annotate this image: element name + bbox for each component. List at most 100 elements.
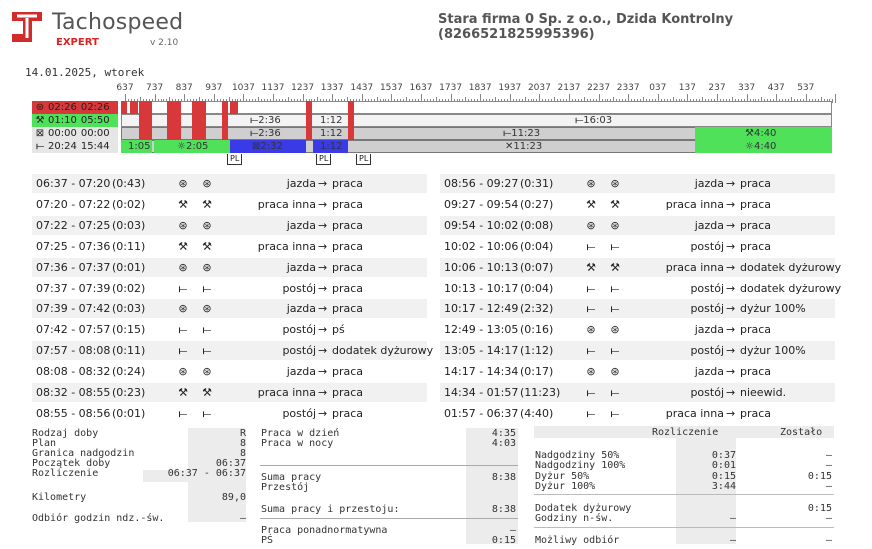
bed-icon: ⟝: [178, 323, 188, 337]
event-duration: (0:16): [520, 323, 554, 337]
timeline-legend-value: 00:00: [48, 128, 77, 139]
event-classification: praca: [332, 365, 364, 379]
bed-icon: ⟝: [202, 344, 212, 358]
event-time: 12:49 - 13:05: [444, 323, 519, 337]
timeline-legend-row: ⟝ 20:24 15:44: [32, 140, 118, 153]
event-row[interactable]: 08:56 - 09:27 (0:31) ⊛ ⊛ jazda → praca: [440, 174, 835, 193]
event-time: 07:22 - 07:25: [36, 218, 111, 232]
event-activity: praca inna: [257, 386, 316, 399]
steering-icon: ⊛: [202, 302, 212, 316]
event-duration: (0:04): [520, 281, 554, 295]
event-row[interactable]: 14:34 - 01:57 (11:23) ⟝ ⟝ postój → nieewid.: [440, 383, 835, 402]
event-duration: (0:11): [112, 239, 146, 253]
event-row[interactable]: 09:27 - 09:54 (0:27) ⚒ ⚒ praca inna → praca: [440, 195, 835, 214]
event-row[interactable]: 14:17 - 14:34 (0:17) ⊛ ⊛ jazda → praca: [440, 362, 835, 381]
event-row[interactable]: 13:05 - 14:17 (1:12) ⟝ ⟝ postój → dyżur 100%: [440, 341, 835, 361]
event-row[interactable]: 12:49 - 13:05 (0:16) ⊛ ⊛ jazda → praca: [440, 320, 835, 339]
event-row[interactable]: 01:57 - 06:37 (4:40) ⟝ ⟝ praca inna → praca: [440, 404, 835, 423]
driving-segment: [306, 101, 312, 140]
event-time: 07:39 - 07:42: [36, 302, 111, 316]
timeline-legend-value: 15:44: [80, 141, 110, 152]
summary-label: Godziny n-św.: [535, 513, 614, 524]
event-row[interactable]: 07:22 - 07:25 (0:03) ⊛ ⊛ jazda → praca: [32, 215, 427, 235]
event-time: 09:54 - 10:02: [444, 218, 519, 232]
event-classification: praca: [740, 323, 772, 337]
event-activity: postój: [690, 386, 724, 399]
company-driver-title: Stara firma 0 Sp. z o.o., Dzida Kontroln…: [438, 12, 734, 42]
summary-header: Zostało: [780, 427, 823, 438]
arrow-icon: →: [318, 323, 328, 337]
event-row[interactable]: 10:13 - 10:17 (0:04) ⟝ ⟝ postój → dodatek dyżu…: [440, 279, 841, 298]
timeline-segment-label: ✕11:23: [505, 141, 543, 152]
arrow-icon: →: [318, 197, 328, 211]
work-segment: [154, 140, 162, 153]
event-classification: pś: [332, 323, 345, 337]
summary-value: 8:38: [491, 504, 516, 515]
steering-icon: ⊛: [178, 302, 188, 316]
event-classification: praca: [740, 218, 772, 232]
arrow-icon: →: [318, 260, 328, 274]
event-row[interactable]: 08:55 - 08:56 (0:01) ⟝ ⟝ postój → praca: [32, 404, 427, 423]
summary-value: 89,0: [221, 492, 246, 503]
steering-icon: ⊛: [202, 218, 212, 232]
event-row[interactable]: 08:08 - 08:32 (0:24) ⊛ ⊛ jazda → praca: [32, 362, 427, 381]
app-brand: Tachospeed: [52, 10, 184, 35]
event-duration: (0:02): [112, 197, 146, 211]
event-row[interactable]: 07:36 - 07:37 (0:01) ⊛ ⊛ jazda → praca: [32, 257, 427, 277]
arrow-icon: →: [318, 406, 328, 420]
steering-icon: ⊛: [610, 323, 620, 337]
event-row[interactable]: 07:37 - 07:39 (0:02) ⟝ ⟝ postój → praca: [32, 279, 427, 298]
axis-tick-label: 2337: [616, 83, 640, 93]
event-duration: (0:31): [520, 177, 554, 190]
summary-remaining: –: [825, 481, 832, 492]
summary-value: 0:15: [491, 535, 516, 546]
steering-icon: ⊛: [178, 218, 188, 232]
event-time: 08:32 - 08:55: [36, 386, 111, 399]
event-time: 07:57 - 08:08: [36, 344, 111, 358]
bed-icon: ⟝: [178, 344, 188, 358]
event-classification: praca: [332, 281, 364, 295]
event-row[interactable]: 10:02 - 10:06 (0:04) ⟝ ⟝ postój → praca: [440, 237, 835, 256]
timeline-segment-label: 1:12: [320, 115, 343, 126]
axis-tick-label: 1237: [291, 83, 315, 93]
event-row[interactable]: 10:17 - 12:49 (2:32) ⟝ ⟝ postój → dyżur 100%: [440, 299, 835, 319]
timeline-segment-label: 1:12: [320, 128, 343, 139]
event-row[interactable]: 06:37 - 07:20 (0:43) ⊛ ⊛ jazda → praca: [32, 174, 427, 193]
event-row[interactable]: 08:32 - 08:55 (0:23) ⚒ ⚒ praca inna → praca: [32, 383, 427, 402]
event-time: 07:25 - 07:36: [36, 239, 111, 253]
event-classification: praca: [332, 197, 364, 211]
event-classification: praca: [332, 218, 364, 232]
pl-border-marker[interactable]: PL: [316, 154, 332, 165]
event-activity: jazda: [286, 218, 316, 232]
event-time: 10:13 - 10:17: [444, 281, 519, 295]
event-duration: (0:03): [112, 302, 146, 316]
pl-border-marker[interactable]: PL: [356, 154, 372, 165]
event-row[interactable]: 07:42 - 07:57 (0:15) ⟝ ⟝ postój → pś: [32, 320, 427, 339]
axis-tick-label: 1737: [439, 83, 463, 93]
event-row[interactable]: 07:39 - 07:42 (0:03) ⊛ ⊛ jazda → praca: [32, 299, 427, 319]
event-row[interactable]: 09:54 - 10:02 (0:08) ⊛ ⊛ jazda → praca: [440, 215, 835, 235]
pl-border-marker[interactable]: PL: [227, 154, 243, 165]
event-row[interactable]: 07:20 - 07:22 (0:02) ⚒ ⚒ praca inna → praca: [32, 195, 427, 214]
event-row[interactable]: 10:06 - 10:13 (0:07) ⚒ ⚒ praca inna → dodatek …: [440, 257, 841, 277]
bed-icon: ⟝: [178, 406, 188, 420]
bed-icon: ⟝: [610, 406, 620, 420]
arrow-icon: →: [726, 260, 736, 274]
event-activity: postój: [282, 344, 316, 358]
timeline-legend-value: 01:10: [48, 115, 77, 126]
steering-icon: ⊛: [586, 177, 596, 190]
event-classification: praca: [740, 406, 772, 420]
arrow-icon: →: [726, 302, 736, 316]
summary-label: Kilometry: [32, 492, 87, 503]
bed-icon: ⟝: [586, 302, 596, 316]
hammers-icon: ⚒: [178, 239, 188, 253]
axis-tick-label: 637: [116, 83, 134, 93]
event-activity: postój: [282, 323, 316, 337]
summary-label: Dyżur 100%: [535, 481, 596, 492]
event-row[interactable]: 07:25 - 07:36 (0:11) ⚒ ⚒ praca inna → praca: [32, 237, 427, 256]
bed-icon: ⟝: [202, 323, 212, 337]
arrow-icon: →: [318, 177, 328, 190]
event-activity: postój: [282, 281, 316, 295]
timeline-legend-value: 00:00: [80, 128, 110, 139]
event-row[interactable]: 07:57 - 08:08 (0:11) ⟝ ⟝ postój → dodatek dyżu…: [32, 341, 433, 361]
